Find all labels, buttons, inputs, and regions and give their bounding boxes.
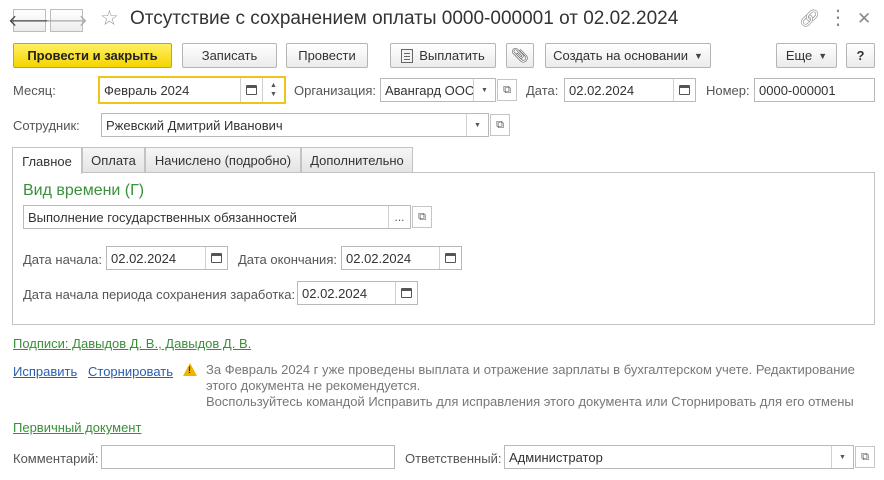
document-icon (401, 48, 414, 63)
warning-line: этого документа не рекомендуется. (206, 378, 421, 393)
more-label: Еще (785, 48, 813, 63)
attach-button[interactable]: 📎︎ (506, 43, 534, 68)
org-dropdown-button[interactable]: ▼ (473, 79, 495, 101)
post-and-close-button[interactable]: Провести и закрыть (13, 43, 172, 68)
time-type-select-button[interactable]: ... (388, 206, 410, 228)
stepper-down-icon: ▼ (270, 91, 277, 98)
employee-value: Ржевский Дмитрий Иванович (106, 117, 283, 133)
time-type-field[interactable]: Выполнение государственных обязанностей … (23, 205, 411, 229)
comment-field[interactable] (101, 445, 395, 469)
chevron-down-icon: ▼ (839, 453, 846, 461)
calendar-button[interactable] (240, 78, 262, 102)
period-start-value: 02.02.2024 (302, 285, 368, 301)
org-field[interactable]: Авангард ООО ▼ (380, 78, 496, 102)
responsible-field[interactable]: Администратор ▼ (504, 445, 854, 469)
link-icon[interactable]: 🔗︎ (799, 9, 821, 29)
end-date-field[interactable]: 02.02.2024 (341, 246, 462, 270)
end-date-value: 02.02.2024 (346, 250, 412, 266)
tab-payment[interactable]: Оплата (82, 147, 145, 173)
employee-dropdown-button[interactable]: ▼ (466, 114, 488, 136)
more-button[interactable]: Еще ▼ (776, 43, 837, 68)
signatures-link[interactable]: Подписи: Давыдов Д. В., Давыдов Д. В. (13, 336, 251, 351)
date-label: Дата: (526, 83, 559, 98)
tab-additional[interactable]: Дополнительно (301, 147, 413, 173)
calendar-button[interactable] (673, 79, 695, 101)
save-button[interactable]: Записать (182, 43, 277, 68)
open-external-icon: ⧉ (496, 118, 504, 131)
start-date-field[interactable]: 02.02.2024 (106, 246, 228, 270)
reverse-link[interactable]: Сторнировать (88, 364, 173, 379)
primary-document-link[interactable]: Первичный документ (13, 420, 141, 435)
create-based-on-button[interactable]: Создать на основании ▼ (545, 43, 711, 68)
number-label: Номер: (706, 83, 750, 98)
month-value: Февраль 2024 (104, 82, 190, 98)
warning-icon: ! (183, 363, 197, 376)
calendar-icon (445, 253, 456, 263)
employee-label: Сотрудник: (13, 118, 80, 133)
window-title: Отсутствие с сохранением оплаты 0000-000… (130, 8, 679, 29)
calendar-button[interactable] (395, 282, 417, 304)
chevron-down-icon: ▼ (481, 86, 488, 94)
open-external-icon: ⧉ (861, 450, 869, 463)
org-open-button[interactable]: ⧉ (497, 79, 517, 101)
pay-button-label: Выплатить (419, 48, 485, 63)
open-external-icon: ⧉ (503, 83, 511, 96)
number-field[interactable]: 0000-000001 (754, 78, 875, 102)
end-date-label: Дата окончания: (238, 252, 337, 267)
tab-accrued-detailed[interactable]: Начислено (подробно) (145, 147, 301, 173)
help-button[interactable]: ? (846, 43, 875, 68)
more-actions-icon[interactable]: ⋮ (828, 5, 848, 30)
arrow-right-icon: 🡒 (45, 13, 88, 30)
time-type-value: Выполнение государственных обязанностей (28, 209, 297, 225)
close-icon[interactable]: ✕ (857, 9, 871, 29)
fix-link[interactable]: Исправить (13, 364, 77, 379)
period-start-label: Дата начала периода сохранения заработка… (23, 287, 296, 302)
warning-line: За Февраль 2024 г уже проведены выплата … (206, 362, 855, 377)
month-label: Месяц: (13, 83, 56, 98)
time-type-open-button[interactable]: ⧉ (412, 206, 432, 228)
month-stepper[interactable]: ▲ ▼ (262, 78, 284, 102)
org-value: Авангард ООО (385, 82, 473, 98)
time-type-title: Вид времени (Г) (23, 182, 145, 199)
chevron-down-icon: ▼ (693, 50, 703, 61)
forward-button[interactable]: 🡒 (45, 9, 88, 32)
favorite-star-icon[interactable]: ☆ (100, 6, 119, 31)
paperclip-icon: 📎︎ (511, 47, 529, 63)
calendar-icon (246, 85, 257, 95)
comment-label: Комментарий: (13, 451, 99, 466)
start-date-label: Дата начала: (23, 252, 102, 267)
chevron-down-icon: ▼ (474, 121, 481, 129)
warning-message: За Февраль 2024 г уже проведены выплата … (206, 362, 866, 410)
calendar-icon (401, 288, 412, 298)
calendar-icon (679, 85, 690, 95)
employee-field[interactable]: Ржевский Дмитрий Иванович ▼ (101, 113, 489, 137)
calendar-icon (211, 253, 222, 263)
month-field[interactable]: Февраль 2024 ▲ ▼ (98, 76, 286, 104)
calendar-button[interactable] (205, 247, 227, 269)
responsible-value: Администратор (509, 449, 603, 465)
back-button[interactable]: 🡐 (8, 9, 51, 32)
tab-main[interactable]: Главное (12, 147, 82, 174)
pay-button[interactable]: Выплатить (390, 43, 496, 68)
period-start-field[interactable]: 02.02.2024 (297, 281, 418, 305)
chevron-down-icon: ▼ (818, 50, 828, 61)
date-field[interactable]: 02.02.2024 (564, 78, 696, 102)
stepper-up-icon: ▲ (270, 82, 277, 89)
responsible-dropdown-button[interactable]: ▼ (831, 446, 853, 468)
date-value: 02.02.2024 (569, 82, 635, 98)
employee-open-button[interactable]: ⧉ (490, 114, 510, 136)
create-based-on-label: Создать на основании (553, 48, 688, 63)
responsible-label: Ответственный: (405, 451, 502, 466)
calendar-button[interactable] (439, 247, 461, 269)
open-external-icon: ⧉ (418, 210, 426, 223)
org-label: Организация: (294, 83, 377, 98)
post-button[interactable]: Провести (286, 43, 368, 68)
number-value: 0000-000001 (759, 82, 836, 98)
start-date-value: 02.02.2024 (111, 250, 177, 266)
responsible-open-button[interactable]: ⧉ (855, 446, 875, 468)
warning-line: Воспользуйтесь командой Исправить для ис… (206, 394, 854, 409)
